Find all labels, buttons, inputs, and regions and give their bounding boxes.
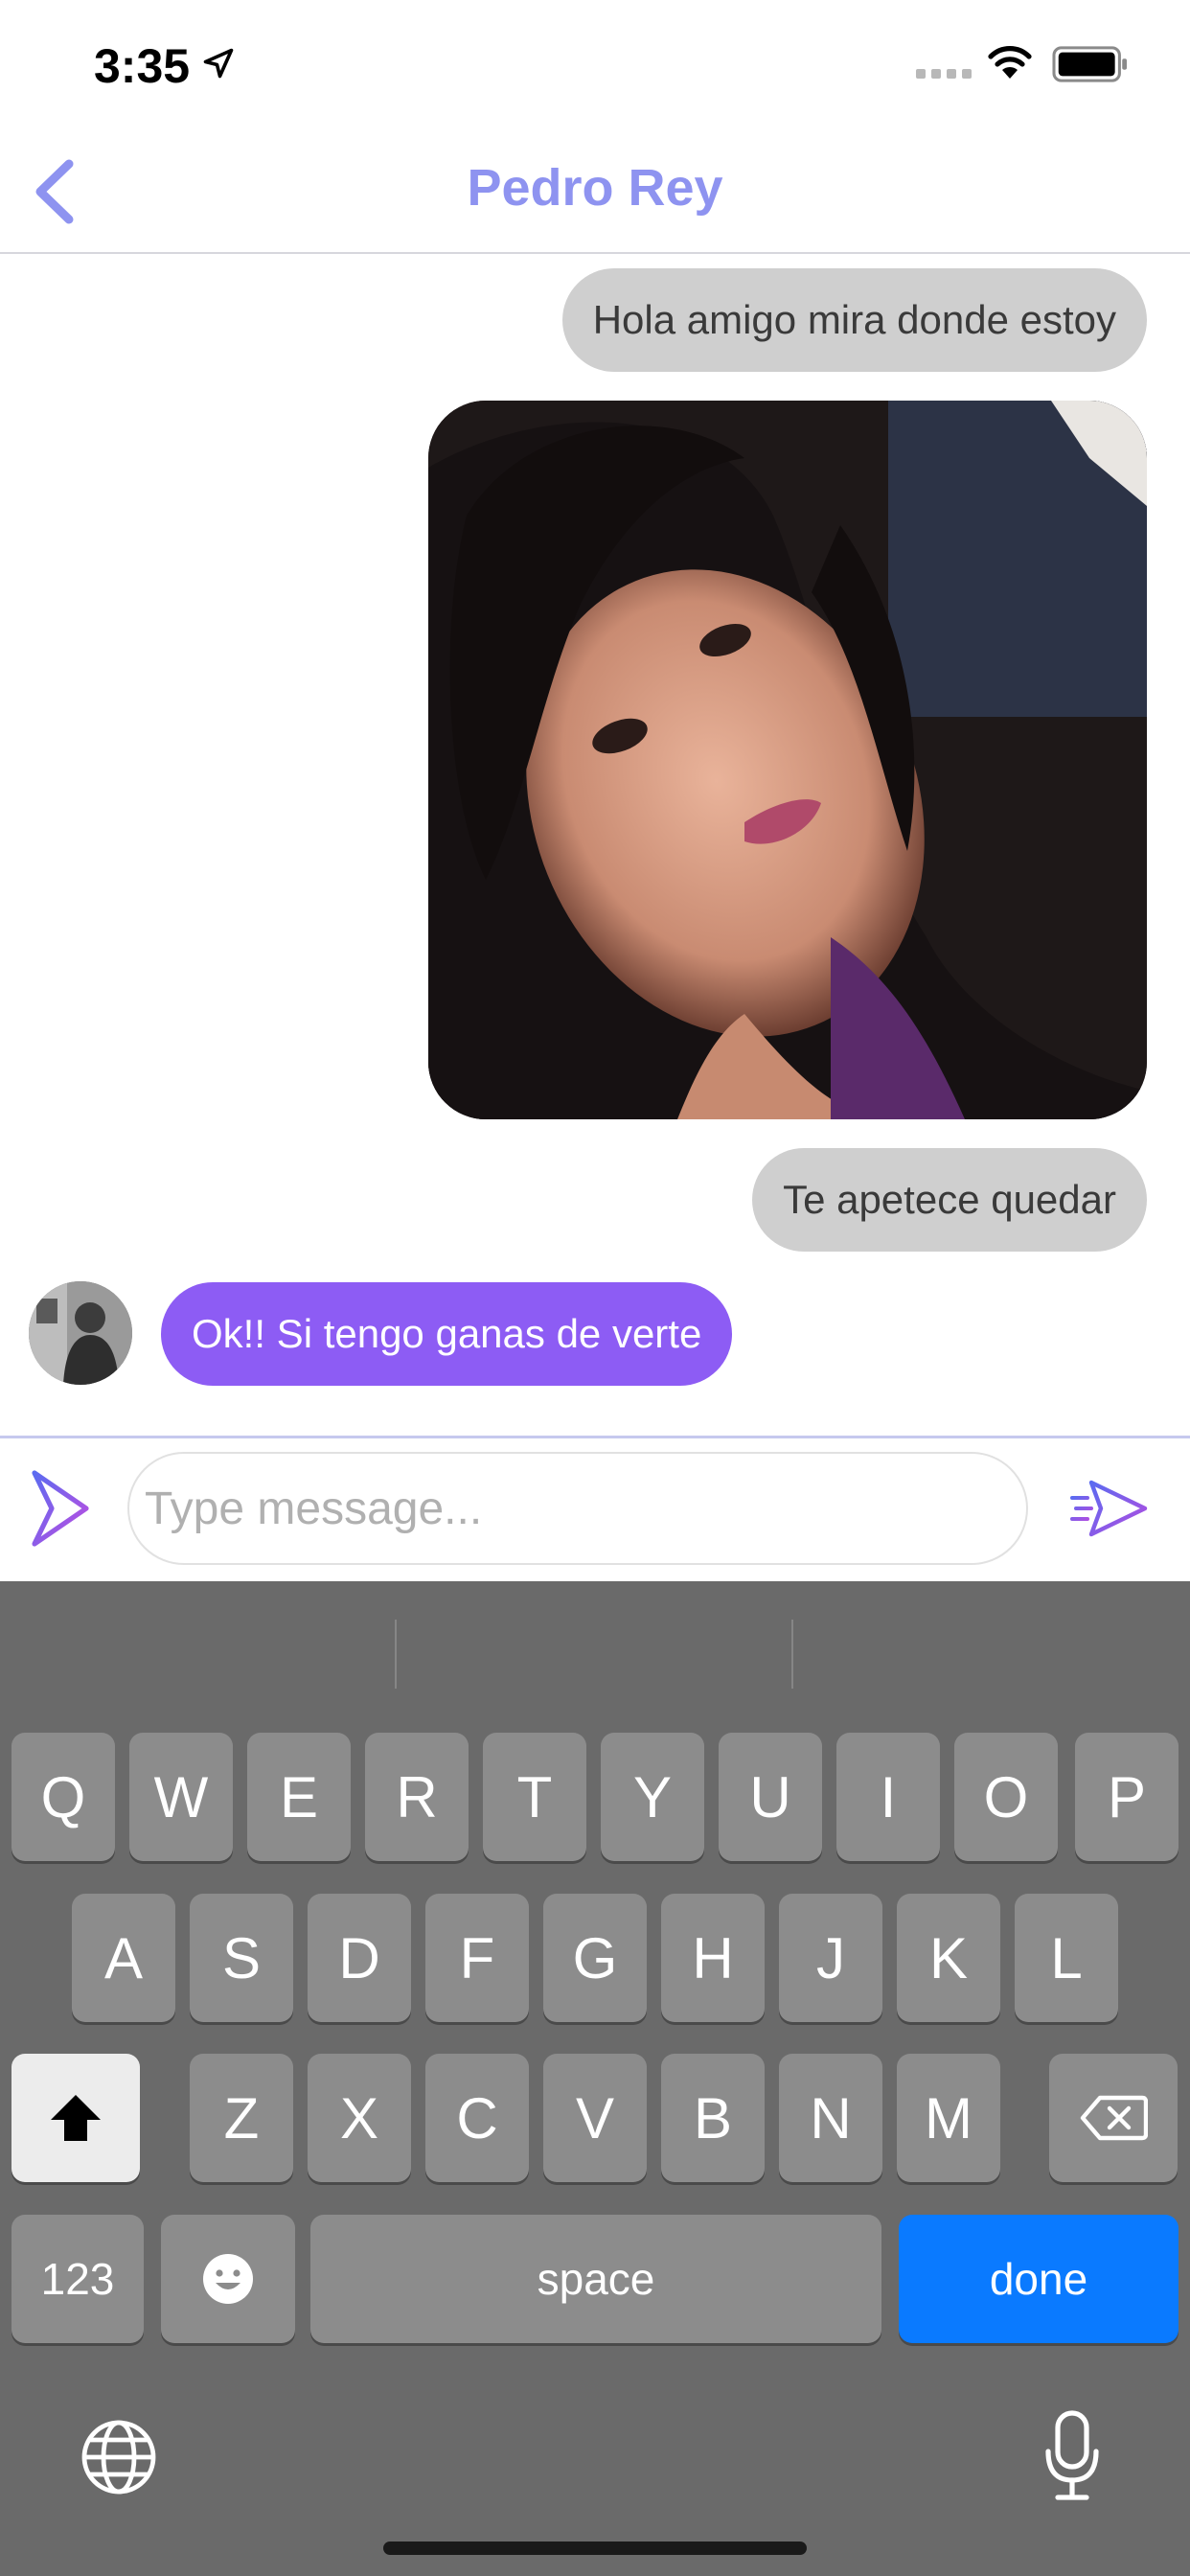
key-h[interactable]: H [661,1894,765,2022]
key-l[interactable]: L [1015,1894,1118,2022]
backspace-key[interactable] [1049,2054,1178,2182]
keyboard: Q W E R T Y U I O P A S D F G H J K L Z … [0,1581,1190,2576]
key-x[interactable]: X [308,2054,411,2182]
key-m[interactable]: M [897,2054,1000,2182]
status-time: 3:35 [94,39,191,93]
key-o[interactable]: O [954,1733,1058,1861]
message-composer: Type message... [0,1436,1190,1581]
key-i[interactable]: I [836,1733,940,1861]
send-plane-icon[interactable] [1068,1475,1149,1542]
battery-icon [1052,46,1127,82]
contact-avatar[interactable] [29,1281,132,1385]
globe-icon[interactable] [79,2417,159,2497]
microphone-icon[interactable] [1042,2409,1102,2501]
status-bar: 3:35 [0,0,1190,129]
wifi-icon [988,46,1032,79]
space-key[interactable]: space [310,2215,881,2343]
outgoing-photo-message[interactable] [428,401,1147,1119]
key-d[interactable]: D [308,1894,411,2022]
location-arrow-icon [203,48,234,79]
home-indicator[interactable] [383,2542,807,2555]
key-n[interactable]: N [779,2054,882,2182]
outgoing-message[interactable]: Te apetece quedar [752,1148,1147,1252]
outgoing-message[interactable]: Hola amigo mira donde estoy [561,268,1147,372]
key-r[interactable]: R [365,1733,469,1861]
shift-icon [51,2095,101,2141]
key-k[interactable]: K [897,1894,1000,2022]
backspace-icon [1080,2095,1148,2141]
emoji-icon [203,2254,253,2304]
key-a[interactable]: A [72,1894,175,2022]
suggestion-divider [791,1620,793,1689]
conversation-title: Pedro Rey [467,159,723,217]
avatar-image [29,1281,132,1385]
key-c[interactable]: C [425,2054,529,2182]
nav-bar: Pedro Rey [0,129,1190,254]
signal-icon [916,69,972,80]
key-v[interactable]: V [543,2054,647,2182]
key-y[interactable]: Y [601,1733,704,1861]
chevron-right-icon[interactable] [29,1467,96,1550]
key-s[interactable]: S [190,1894,293,2022]
key-g[interactable]: G [543,1894,647,2022]
key-w[interactable]: W [129,1733,233,1861]
shift-key[interactable] [11,2054,140,2182]
emoji-key[interactable] [161,2215,295,2343]
done-key[interactable]: done [899,2215,1179,2343]
key-t[interactable]: T [483,1733,586,1861]
message-input-placeholder: Type message... [145,1483,483,1534]
key-j[interactable]: J [779,1894,882,2022]
key-e[interactable]: E [247,1733,351,1861]
key-u[interactable]: U [719,1733,822,1861]
key-f[interactable]: F [425,1894,529,2022]
key-z[interactable]: Z [190,2054,293,2182]
key-p[interactable]: P [1075,1733,1179,1861]
photo-image [428,401,1147,1119]
incoming-message[interactable]: Ok!! Si tengo ganas de verte [161,1282,733,1386]
suggestion-divider [395,1620,397,1689]
message-input[interactable]: Type message... [127,1452,1028,1565]
key-b[interactable]: B [661,2054,765,2182]
numbers-key[interactable]: 123 [11,2215,144,2343]
key-q[interactable]: Q [11,1733,115,1861]
